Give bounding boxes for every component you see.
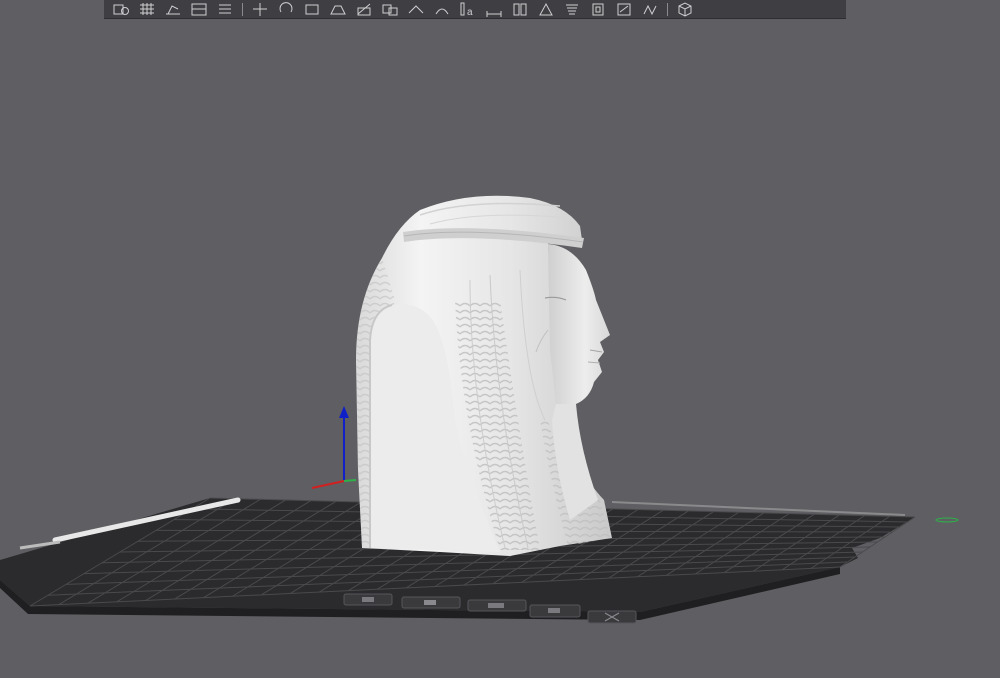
split-view-icon[interactable] (186, 0, 212, 19)
mesh-boolean-icon[interactable] (377, 0, 403, 19)
toolbar-separator (242, 2, 243, 16)
hollow-icon[interactable] (585, 0, 611, 19)
text-tool-glyph: a (467, 7, 473, 17)
cut-tool-icon[interactable] (351, 0, 377, 19)
bed-remove-icon[interactable] (587, 610, 637, 624)
measure-icon[interactable] (481, 0, 507, 19)
text-tool-icon[interactable]: a (455, 0, 481, 19)
view-cube-icon[interactable] (672, 0, 698, 19)
3d-viewport[interactable]: a (0, 0, 1000, 678)
bed-orient-icon[interactable] (343, 593, 393, 606)
scene-canvas[interactable] (0, 0, 1000, 678)
bed-auto-arrange-icon[interactable] (467, 599, 527, 612)
brim-ears-icon[interactable] (533, 0, 559, 19)
scale-tool-icon[interactable] (299, 0, 325, 19)
bed-lock-icon[interactable] (401, 596, 461, 609)
list-icon[interactable] (212, 0, 238, 19)
axis-gizmo (311, 406, 357, 489)
bed-settings-icon[interactable] (529, 604, 581, 618)
plate-corner-marker (935, 517, 959, 523)
seam-paint-icon[interactable] (429, 0, 455, 19)
color-paint-icon[interactable] (611, 0, 637, 19)
assembly-icon[interactable] (507, 0, 533, 19)
3d-model-bust[interactable] (356, 195, 612, 556)
toolbar-separator (667, 2, 668, 16)
move-tool-icon[interactable] (247, 0, 273, 19)
fuzzy-skin-icon[interactable] (637, 0, 663, 19)
lay-on-face-icon[interactable] (160, 0, 186, 19)
rotate-tool-icon[interactable] (273, 0, 299, 19)
variable-layer-icon[interactable] (559, 0, 585, 19)
add-object-icon[interactable] (108, 0, 134, 19)
top-toolbar: a (104, 0, 846, 19)
arrange-grid-icon[interactable] (134, 0, 160, 19)
support-paint-icon[interactable] (403, 0, 429, 19)
place-on-face-icon[interactable] (325, 0, 351, 19)
